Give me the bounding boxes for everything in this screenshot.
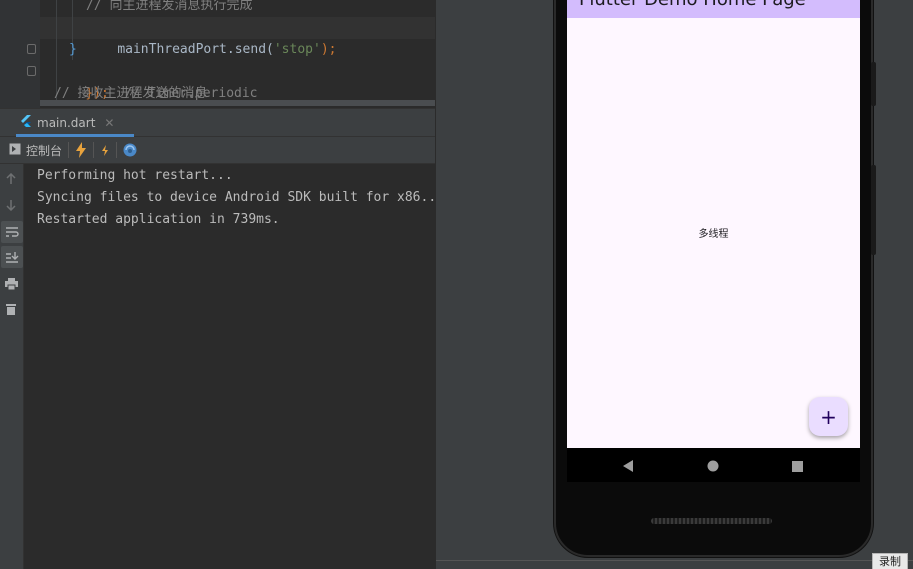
add-icon: + [820,404,837,429]
fold-marker-icon[interactable] [27,44,36,54]
tab-main-dart[interactable]: main.dart ✕ [12,109,135,137]
flutter-icon [20,114,32,132]
hot-reload-icon[interactable] [75,142,87,158]
editor-gutter [0,0,40,108]
app-bar-title: Flutter Demo Home Page [579,0,806,14]
center-label: 多线程 [698,229,729,240]
code-editor[interactable]: // 向主进程发消息执行完成 mainThreadPort.send('stop… [0,0,435,108]
back-icon[interactable] [619,457,637,475]
close-icon[interactable]: ✕ [104,116,114,130]
console-label: 控制台 [26,143,63,158]
devtools-icon[interactable] [123,143,137,157]
fold-marker-icon[interactable] [27,66,36,76]
code-line-brace: } [69,42,77,57]
code-punct: ); [320,42,337,57]
scroll-down-icon[interactable] [0,194,22,216]
code-line-comment: // 向主进程发消息执行完成 [86,0,253,13]
power-key[interactable] [871,165,876,255]
run-tab-strip: main.dart ✕ [0,108,435,137]
run-toolbar: 控制台 [0,137,435,164]
code-string: 'stop' [273,42,321,57]
app-bar: Flutter Demo Home Page [567,0,860,18]
console-side-toolbar [0,164,24,569]
phone-screen[interactable]: Flutter Demo Home Page 多线程 + [567,0,860,448]
android-nav-bar [567,448,860,482]
toolbar-separator [68,142,70,158]
home-icon[interactable] [704,457,722,475]
soft-wrap-icon[interactable] [1,221,23,243]
scroll-up-icon[interactable] [0,168,22,190]
print-icon[interactable] [0,273,22,295]
add-fab-button[interactable]: + [809,397,848,436]
clear-all-icon[interactable] [0,298,22,320]
console-output[interactable]: Performing hot restart... Syncing files … [25,164,435,569]
tab-label: main.dart [37,116,96,130]
volume-key[interactable] [871,62,876,106]
console-tab[interactable]: 控制台 [9,142,62,159]
scroll-to-end-icon[interactable] [1,246,23,268]
recents-icon[interactable] [788,457,806,475]
toolbar-separator [93,142,95,158]
hot-restart-icon[interactable] [100,143,110,157]
emulator-panel-border [436,560,913,561]
record-badge[interactable]: 录制 [872,553,908,569]
toolbar-separator [116,142,118,158]
console-line: Restarted application in 739ms. [37,212,280,227]
console-line: Performing hot restart... [37,168,233,183]
code-call: mainThreadPort.send( [117,42,274,57]
editor-horizontal-scrollbar[interactable] [40,100,435,106]
console-icon [9,143,21,158]
speaker-grille [651,518,772,524]
console-line: Syncing files to device Android SDK buil… [37,190,435,205]
